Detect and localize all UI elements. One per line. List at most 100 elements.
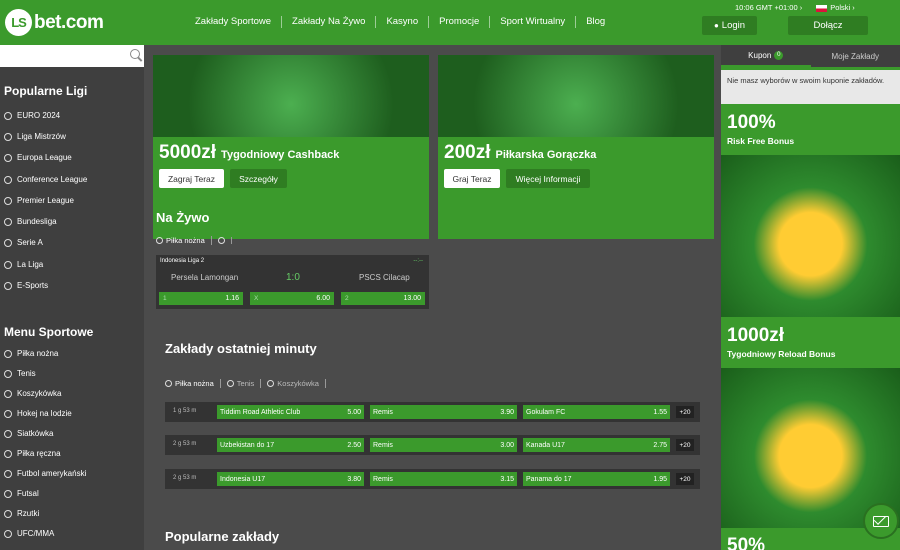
- team-name: Kanada U17: [526, 441, 565, 449]
- sidebar-sport-football[interactable]: Piłka nożna: [4, 349, 58, 358]
- sidebar-league-champions[interactable]: Liga Mistrzów: [4, 132, 66, 141]
- sidebar-sport-tennis[interactable]: Tenis: [4, 369, 36, 378]
- sidebar-sport-mma[interactable]: UFC/MMA: [4, 529, 54, 538]
- play-now-button[interactable]: Zagraj Teraz: [159, 169, 224, 188]
- bonus-image-helmet[interactable]: [721, 155, 900, 317]
- sidebar-sport-darts[interactable]: Rzutki: [4, 509, 39, 518]
- odd-draw[interactable]: Remis 3.90: [370, 405, 517, 419]
- football-icon: [4, 349, 12, 358]
- odd-home[interactable]: Uzbekistan do 17 2.50: [217, 438, 364, 452]
- football-icon: [165, 380, 172, 387]
- more-info-button[interactable]: Więcej Informacji: [506, 169, 590, 188]
- nav-virtual[interactable]: Sport Wirtualny: [490, 16, 577, 28]
- tennis-icon: [217, 237, 225, 244]
- more-markets-button[interactable]: +20: [676, 439, 694, 451]
- nav-blog[interactable]: Blog: [576, 16, 615, 28]
- sidebar-league-laliga[interactable]: La Liga: [4, 260, 43, 269]
- sidebar-label: UFC/MMA: [17, 529, 55, 538]
- odd-home[interactable]: 1 1.16: [159, 292, 243, 305]
- search-icon[interactable]: [130, 49, 140, 59]
- laliga-icon: [4, 260, 12, 269]
- details-button[interactable]: Szczegóły: [230, 169, 287, 188]
- login-label: Login: [721, 20, 746, 31]
- odd-away[interactable]: Panama do 17 1.95: [523, 472, 670, 486]
- volleyball-icon: [4, 429, 12, 438]
- play-now-button[interactable]: Graj Teraz: [444, 169, 500, 188]
- tab-coupon[interactable]: Kupon 0: [721, 45, 811, 67]
- sidebar-league-seriea[interactable]: Serie A: [4, 238, 43, 247]
- more-markets-button[interactable]: +20: [676, 406, 694, 418]
- sidebar-sport-futsal[interactable]: Futsal: [4, 489, 39, 498]
- team-name: Tiddim Road Athletic Club: [220, 408, 301, 416]
- more-markets-button[interactable]: +20: [676, 473, 694, 485]
- language-label: Polski ›: [830, 3, 855, 12]
- odd-away[interactable]: 2 13.00: [341, 292, 425, 305]
- odd-home[interactable]: Indonesia U17 3.80: [217, 472, 364, 486]
- last-minute-tabs: Piłka nożna Tenis Koszykówka: [165, 379, 332, 388]
- nav-live[interactable]: Zakłady Na Żywo: [282, 16, 377, 28]
- tab-tennis[interactable]: Tenis: [226, 379, 262, 388]
- tab-football[interactable]: Piłka nożna: [156, 236, 212, 245]
- ball-icon: [4, 175, 12, 184]
- tennis-icon: [226, 380, 234, 387]
- login-button[interactable]: ● Login: [702, 16, 757, 35]
- team-name: Panama do 17: [526, 475, 572, 483]
- clock[interactable]: 10:06 GMT +01:00 ›: [735, 3, 802, 12]
- sidebar-label: Hokej na lodzie: [17, 409, 72, 418]
- nav-promotions[interactable]: Promocje: [429, 16, 491, 28]
- nav-sports[interactable]: Zakłady Sportowe: [185, 16, 283, 28]
- sidebar-league-premier[interactable]: Premier League: [4, 196, 74, 205]
- tab-other[interactable]: [217, 237, 232, 244]
- odd-draw[interactable]: X 6.00: [250, 292, 334, 305]
- odd-label: 1: [163, 295, 167, 302]
- sidebar-sport-volleyball[interactable]: Siatkówka: [4, 429, 53, 438]
- search-input[interactable]: [0, 45, 144, 67]
- chat-button[interactable]: [863, 503, 899, 539]
- promo-label: Piłkarska Gorączka: [495, 149, 597, 161]
- live-section-title: Na Żywo: [156, 210, 210, 225]
- language-select[interactable]: Polski ›: [816, 3, 855, 12]
- tab-basketball[interactable]: Koszykówka: [267, 379, 326, 388]
- mail-icon: [873, 515, 889, 527]
- live-tabs: Piłka nożna: [156, 236, 238, 245]
- odd-draw[interactable]: Remis 3.00: [370, 438, 517, 452]
- tab-label: Piłka nożna: [166, 236, 205, 245]
- table-row: 1 g 53 m Tiddim Road Athletic Club 5.00 R…: [165, 402, 700, 422]
- nav-casino[interactable]: Kasyno: [376, 16, 430, 28]
- sidebar-sport-hockey[interactable]: Hokej na lodzie: [4, 409, 72, 418]
- odd-value: 2.50: [347, 441, 361, 449]
- odd-draw[interactable]: Remis 3.15: [370, 472, 517, 486]
- main-content: 5000zł Tygodniowy Cashback Zagraj Teraz …: [144, 45, 720, 550]
- sidebar-league-bundesliga[interactable]: Bundesliga: [4, 217, 57, 226]
- table-row: 2 g 53 m Indonesia U17 3.80 Remis 3.15 Pan…: [165, 469, 700, 489]
- sidebar-label: Piłka ręczna: [17, 449, 61, 458]
- join-button[interactable]: Dołącz: [788, 16, 868, 35]
- sidebar-league-esports[interactable]: E-Sports: [4, 281, 48, 290]
- sidebar-sport-american-football[interactable]: Futbol amerykański: [4, 469, 86, 478]
- odd-value: 1.95: [653, 475, 667, 483]
- sidebar-league-euro[interactable]: EURO 2024: [4, 111, 60, 120]
- live-match-card[interactable]: Indonesia Liga 2 --:-- Persela Lamongan …: [156, 255, 429, 309]
- sidebar-label: Futsal: [17, 489, 39, 498]
- sidebar-label: Liga Mistrzów: [17, 132, 66, 141]
- tab-football[interactable]: Piłka nożna: [165, 379, 221, 388]
- odd-home[interactable]: Tiddim Road Athletic Club 5.00: [217, 405, 364, 419]
- promo-amount: 200zł: [444, 142, 491, 163]
- promo-card-football-fever[interactable]: 200zł Piłkarska Gorączka Graj Teraz Więc…: [438, 55, 714, 239]
- sidebar-league-conference[interactable]: Conference League: [4, 175, 87, 184]
- logo[interactable]: LS bet.com: [5, 9, 104, 36]
- sidebar-sport-basketball[interactable]: Koszykówka: [4, 389, 61, 398]
- betslip-tabs: Kupon 0 Moje Zakłady: [721, 45, 900, 67]
- gamepad-icon: [4, 281, 12, 290]
- sidebar-label: Europa League: [17, 153, 72, 162]
- promo-title: 200zł Piłkarska Gorączka: [444, 142, 596, 164]
- odd-away[interactable]: Gokulam FC 1.55: [523, 405, 670, 419]
- sidebar-league-europa[interactable]: Europa League: [4, 153, 72, 162]
- odd-away[interactable]: Kanada U17 2.75: [523, 438, 670, 452]
- match-score: 1:0: [286, 272, 300, 283]
- promo-title: 5000zł Tygodniowy Cashback: [159, 142, 339, 164]
- sidebar-sport-handball[interactable]: Piłka ręczna: [4, 449, 61, 458]
- tab-my-bets[interactable]: Moje Zakłady: [811, 45, 900, 67]
- popular-bets-title: Popularne zakłady: [165, 529, 280, 544]
- promo-label: Tygodniowy Cashback: [221, 149, 340, 161]
